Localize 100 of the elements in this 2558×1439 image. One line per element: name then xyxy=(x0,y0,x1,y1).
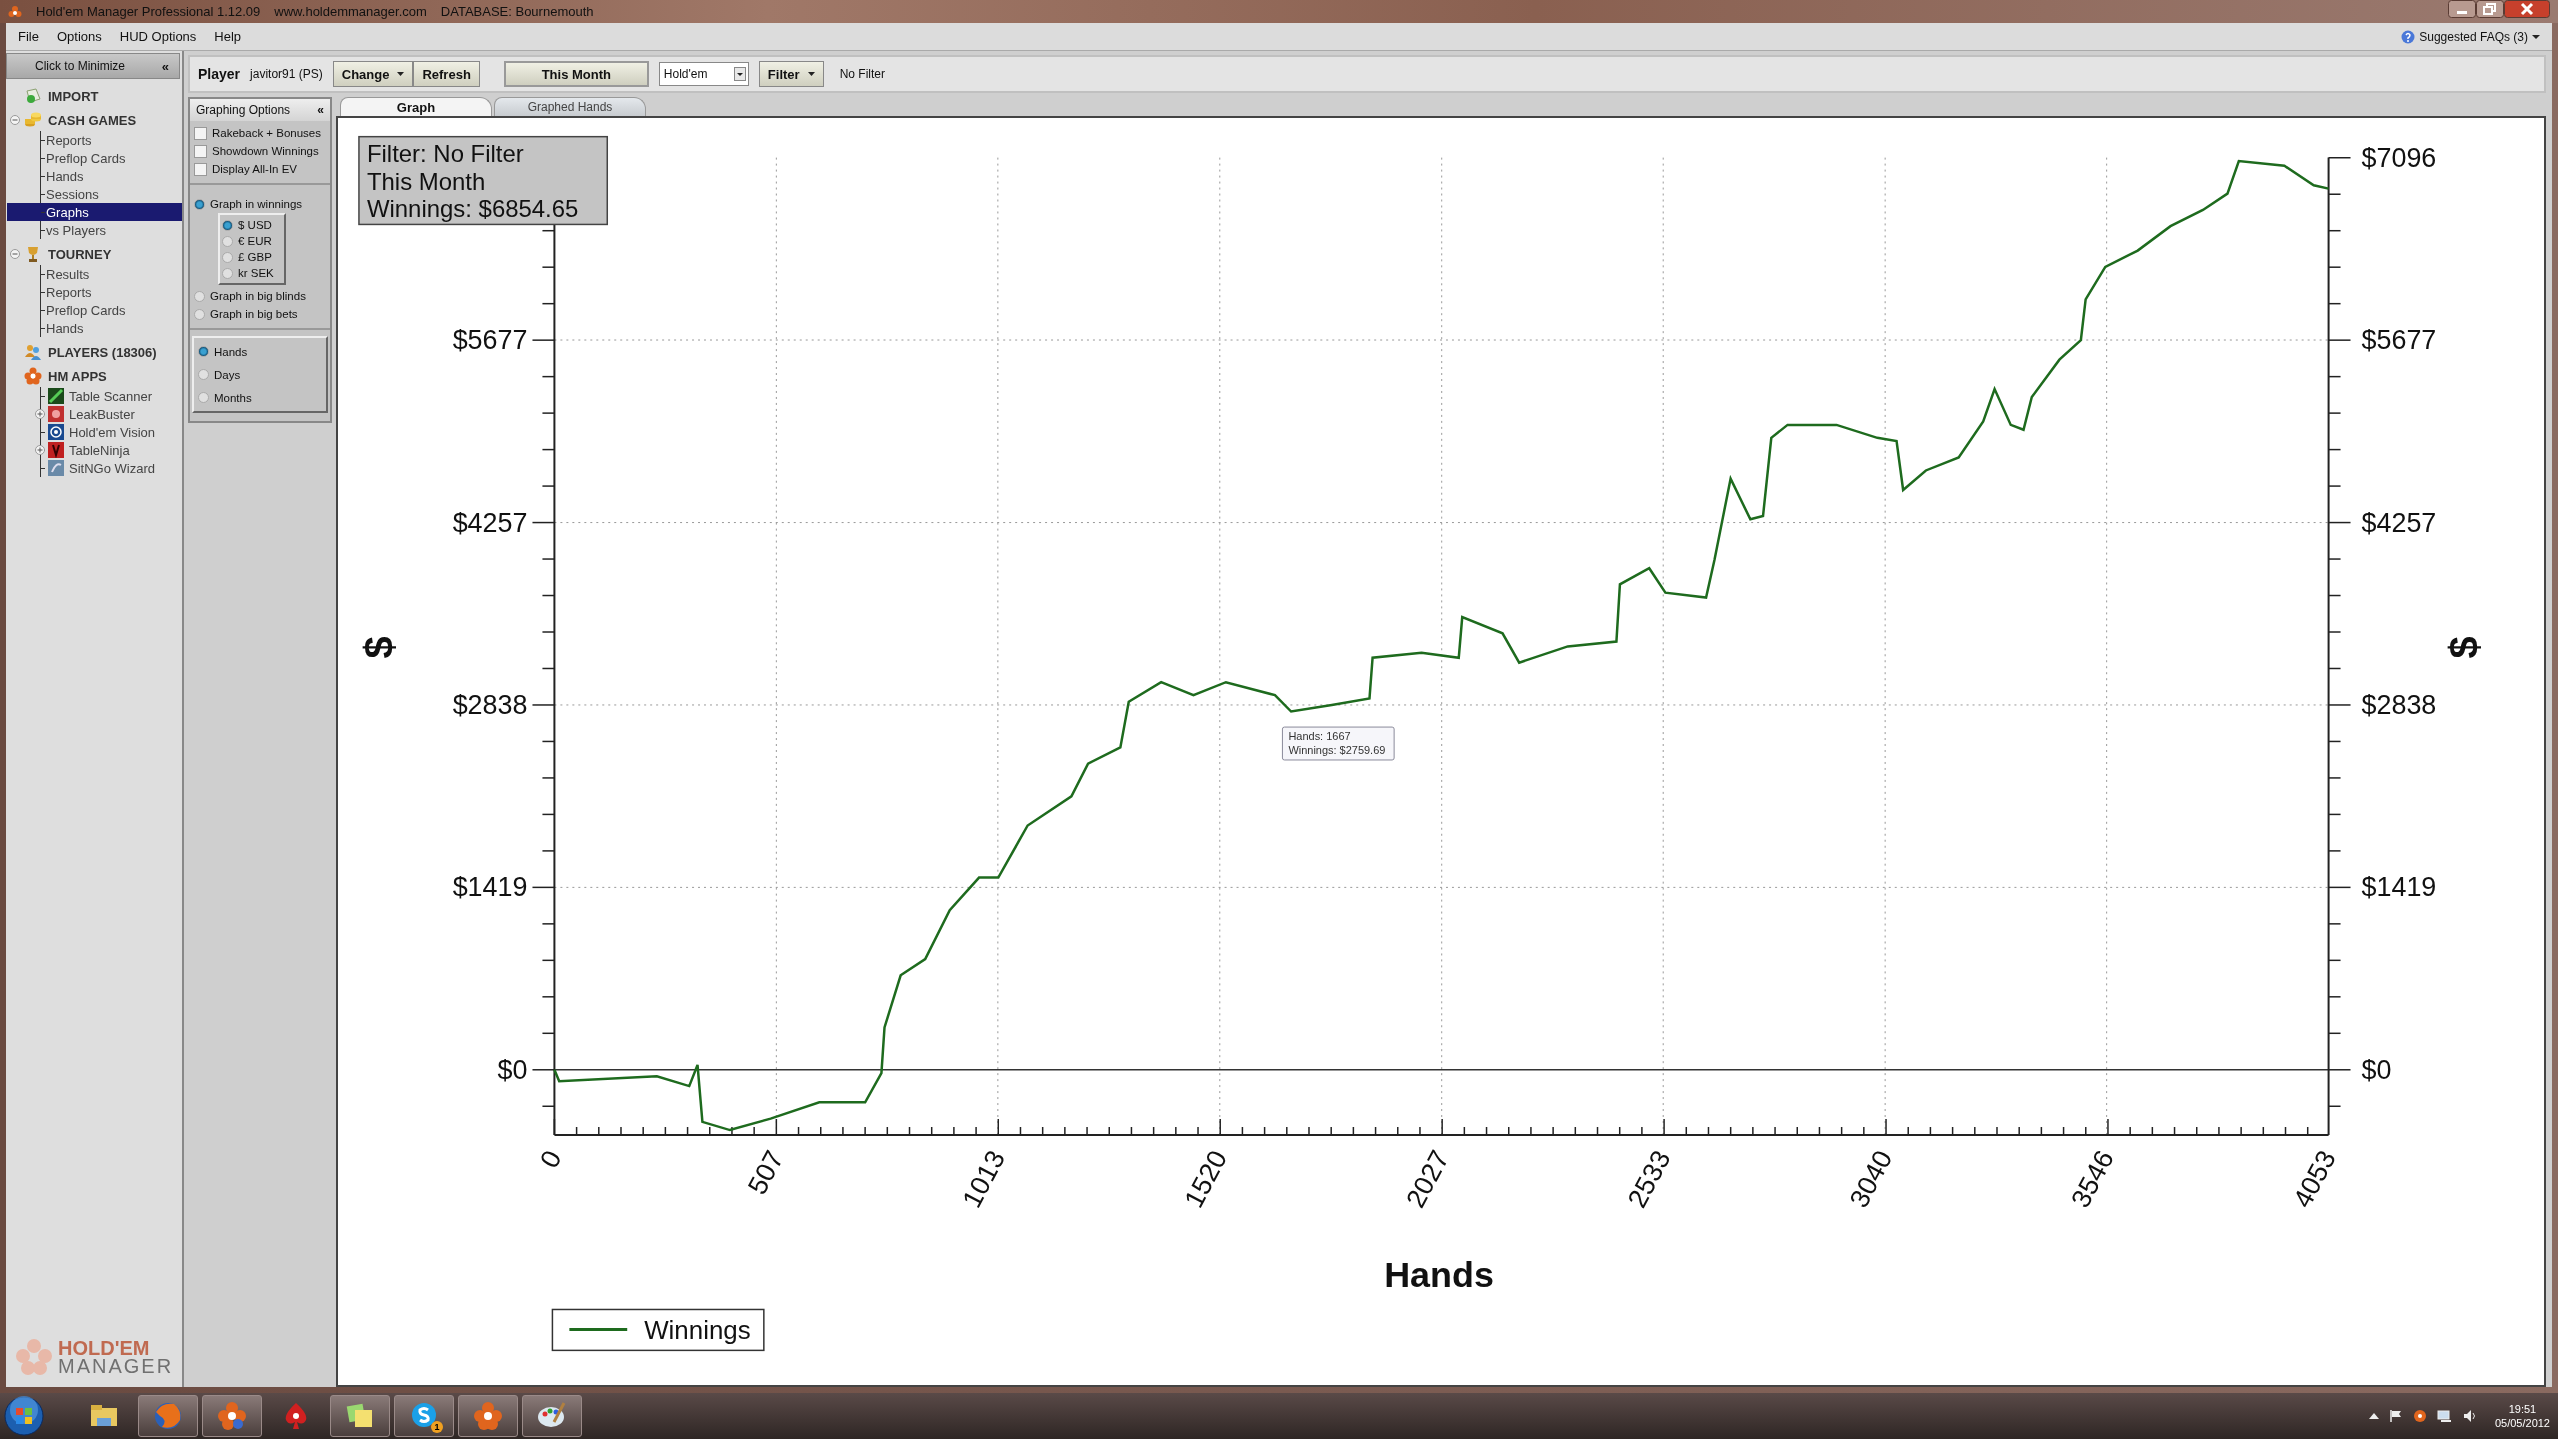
radio-button[interactable] xyxy=(198,346,209,357)
axis-tick-label: $4257 xyxy=(452,507,528,538)
grid-icon xyxy=(48,388,64,404)
sidebar-item[interactable]: Reports xyxy=(45,132,92,148)
checkbox[interactable] xyxy=(194,126,207,140)
radio-button[interactable] xyxy=(198,392,209,403)
axis-tick-label: $1419 xyxy=(2361,872,2437,903)
filter-button[interactable]: Filter xyxy=(758,61,824,87)
logo-text: HOLD'EM xyxy=(58,1339,151,1357)
minimize-icon xyxy=(2448,0,2476,18)
sidebar-item[interactable]: LeakBuster xyxy=(68,406,135,422)
close-icon xyxy=(2504,0,2550,18)
taskbar-button[interactable] xyxy=(330,1395,390,1437)
info-text: Filter: No Filter xyxy=(366,139,524,167)
sidebar-item[interactable]: TableNinja xyxy=(68,442,130,458)
sidebar-section[interactable]: PLAYERS (18306) xyxy=(46,343,159,361)
clock[interactable]: 19:51 05/05/2012 xyxy=(2494,1402,2550,1430)
notification-badge: 1 xyxy=(431,1421,443,1433)
sidebar-section[interactable]: TOURNEY xyxy=(46,245,114,263)
sidebar-section[interactable]: HM APPS xyxy=(46,367,109,385)
radio-button[interactable] xyxy=(222,251,233,263)
sidebar-item[interactable]: vs Players xyxy=(45,222,106,238)
window-title: Hold'em Manager Professional 1.12.09 xyxy=(36,4,261,19)
sidebar-section[interactable]: CASH GAMES xyxy=(46,111,139,129)
collapse-icon[interactable] xyxy=(10,115,20,125)
network-icon xyxy=(2436,1409,2453,1423)
axis-tick-label: $4257 xyxy=(2361,507,2437,538)
expand-icon[interactable] xyxy=(35,409,45,419)
menu-item[interactable]: Options xyxy=(56,29,102,44)
checkbox[interactable] xyxy=(194,144,207,158)
globe-icon xyxy=(152,1400,184,1432)
start-button-icon xyxy=(4,1396,44,1436)
option-label: $ USD xyxy=(238,219,272,231)
sidebar-item[interactable]: Preflop Cards xyxy=(45,150,126,166)
refresh-button[interactable]: Refresh xyxy=(413,61,480,87)
flower-icon xyxy=(24,367,42,385)
flower-icon xyxy=(216,1400,248,1432)
sidebar-item[interactable]: Reports xyxy=(45,284,92,300)
axis-tick-label: 2533 xyxy=(1621,1145,1677,1213)
collapse-icon[interactable] xyxy=(10,249,20,259)
dropdown-button[interactable]: Change xyxy=(332,61,414,87)
legend-label: Winnings xyxy=(644,1316,751,1345)
info-text: This Month xyxy=(366,167,486,195)
sidebar-item[interactable]: Hands xyxy=(45,320,84,336)
minimize-bar[interactable]: Click to Minimize « xyxy=(6,53,180,79)
radio-button[interactable] xyxy=(194,290,205,302)
axis-tick-label: $2838 xyxy=(2361,689,2437,720)
checkbox[interactable] xyxy=(194,162,207,176)
option-label: £ GBP xyxy=(238,251,272,263)
options-header[interactable]: Graphing Options « xyxy=(190,99,330,121)
sidebar-section[interactable]: IMPORT xyxy=(46,87,101,105)
sidebar-item[interactable]: Hands xyxy=(45,168,84,184)
faq-link[interactable]: Suggested FAQs (3) xyxy=(2401,29,2540,44)
axis-tick-label: $2838 xyxy=(452,689,528,720)
logo-text: MANAGER xyxy=(58,1357,174,1375)
sidebar-item[interactable]: Sessions xyxy=(45,186,99,202)
sidebar-item[interactable]: Table Scanner xyxy=(68,388,153,404)
tab[interactable]: Graph xyxy=(340,97,492,116)
sidebar-item[interactable]: SitNGo Wizard xyxy=(68,460,155,476)
taskbar-button[interactable] xyxy=(202,1395,262,1437)
help-icon xyxy=(2401,29,2416,44)
radio-button[interactable] xyxy=(222,267,233,279)
flower-icon xyxy=(2412,1409,2427,1423)
option-label: € EUR xyxy=(238,235,272,247)
menu-item[interactable]: HUD Options xyxy=(119,29,197,44)
axis-tick-label: $5677 xyxy=(2361,325,2437,356)
radio-button[interactable] xyxy=(222,235,233,247)
player-label: Player xyxy=(198,66,241,82)
tab[interactable]: Graphed Hands xyxy=(494,97,646,116)
taskbar-button[interactable] xyxy=(458,1395,518,1437)
menu-item[interactable]: Help xyxy=(214,29,242,44)
filter-status: No Filter xyxy=(839,67,885,81)
people-icon xyxy=(24,343,42,361)
radio-button[interactable] xyxy=(194,198,205,210)
wizard-icon xyxy=(48,460,64,476)
flower-icon xyxy=(8,4,22,19)
expand-icon[interactable] xyxy=(35,445,45,455)
radio-button[interactable] xyxy=(198,369,209,380)
period-button[interactable]: This Month xyxy=(503,61,649,87)
player-name: javitor91 (PS) xyxy=(250,67,323,81)
axis-tick-label: $0 xyxy=(2361,1054,2392,1085)
taskbar-button[interactable] xyxy=(522,1395,582,1437)
game-select[interactable]: Hold'em xyxy=(658,62,749,86)
info-text: Winnings: $6854.65 xyxy=(366,195,579,223)
sidebar-item[interactable]: Hold'em Vision xyxy=(68,424,156,440)
option-label: Months xyxy=(214,391,252,404)
caret-icon xyxy=(2532,33,2540,40)
radio-button[interactable] xyxy=(194,308,205,320)
axis-tick-label: $1419 xyxy=(452,872,528,903)
ninja-icon xyxy=(48,442,64,458)
sidebar-item[interactable]: Results xyxy=(45,266,90,282)
axis-tick-label: 1520 xyxy=(1178,1145,1234,1213)
database-text: DATABASE: Bournemouth xyxy=(440,4,594,19)
radio-button[interactable] xyxy=(222,219,233,231)
menu-item[interactable]: File xyxy=(18,29,39,44)
option-label: Graph in big bets xyxy=(210,308,298,320)
sidebar-item[interactable]: Preflop Cards xyxy=(45,302,126,318)
restore-icon xyxy=(2476,0,2504,18)
taskbar-button[interactable]: 1 xyxy=(394,1395,454,1437)
coins-icon xyxy=(24,111,42,129)
